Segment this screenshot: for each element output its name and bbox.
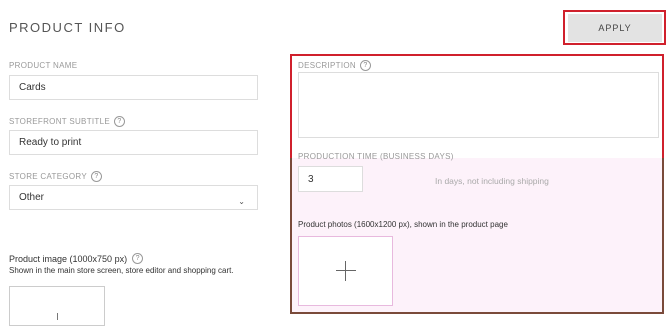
plus-icon (57, 313, 58, 320)
product-name-input[interactable]: Cards (9, 75, 258, 100)
storefront-subtitle-value: Ready to print (19, 137, 82, 148)
chevron-down-icon: ⌄ (238, 197, 245, 206)
help-icon[interactable]: ? (132, 253, 144, 264)
product-image-label: Product image (1000x750 px) ? (9, 253, 144, 264)
description-label: DESCRIPTION ? (298, 60, 371, 71)
product-name-value: Cards (19, 82, 46, 93)
production-time-hint: In days, not including shipping (435, 176, 549, 186)
description-label-text: DESCRIPTION (298, 61, 356, 70)
storefront-subtitle-input[interactable]: Ready to print (9, 130, 258, 155)
store-category-label: STORE CATEGORY ? (9, 171, 102, 182)
production-time-label: PRODUCTION TIME (BUSINESS DAYS) (298, 152, 454, 161)
storefront-subtitle-label-text: STOREFRONT SUBTITLE (9, 117, 110, 126)
product-photos-upload[interactable] (298, 236, 393, 306)
description-textarea[interactable] (298, 72, 659, 138)
product-name-label-text: PRODUCT NAME (9, 61, 78, 70)
product-image-upload[interactable] (9, 286, 105, 326)
production-time-input[interactable]: 3 (298, 166, 363, 192)
help-icon[interactable]: ? (359, 60, 371, 71)
help-icon[interactable]: ? (91, 171, 102, 182)
product-image-subtext: Shown in the main store screen, store ed… (9, 266, 234, 275)
plus-icon (335, 261, 356, 281)
production-time-label-text: PRODUCTION TIME (BUSINESS DAYS) (298, 152, 454, 161)
product-name-label: PRODUCT NAME (9, 61, 77, 70)
production-time-value: 3 (308, 173, 314, 185)
store-category-value: Other (19, 192, 45, 203)
page-title: PRODUCT INFO (9, 20, 126, 35)
apply-button[interactable]: APPLY (568, 14, 662, 42)
store-category-select[interactable]: Other ⌄ (9, 185, 258, 210)
store-category-label-text: STORE CATEGORY (9, 172, 87, 181)
storefront-subtitle-label: STOREFRONT SUBTITLE ? (9, 116, 125, 127)
help-icon[interactable]: ? (113, 116, 125, 127)
product-photos-label: Product photos (1600x1200 px), shown in … (298, 220, 508, 229)
product-image-label-text: Product image (1000x750 px) (9, 253, 128, 264)
